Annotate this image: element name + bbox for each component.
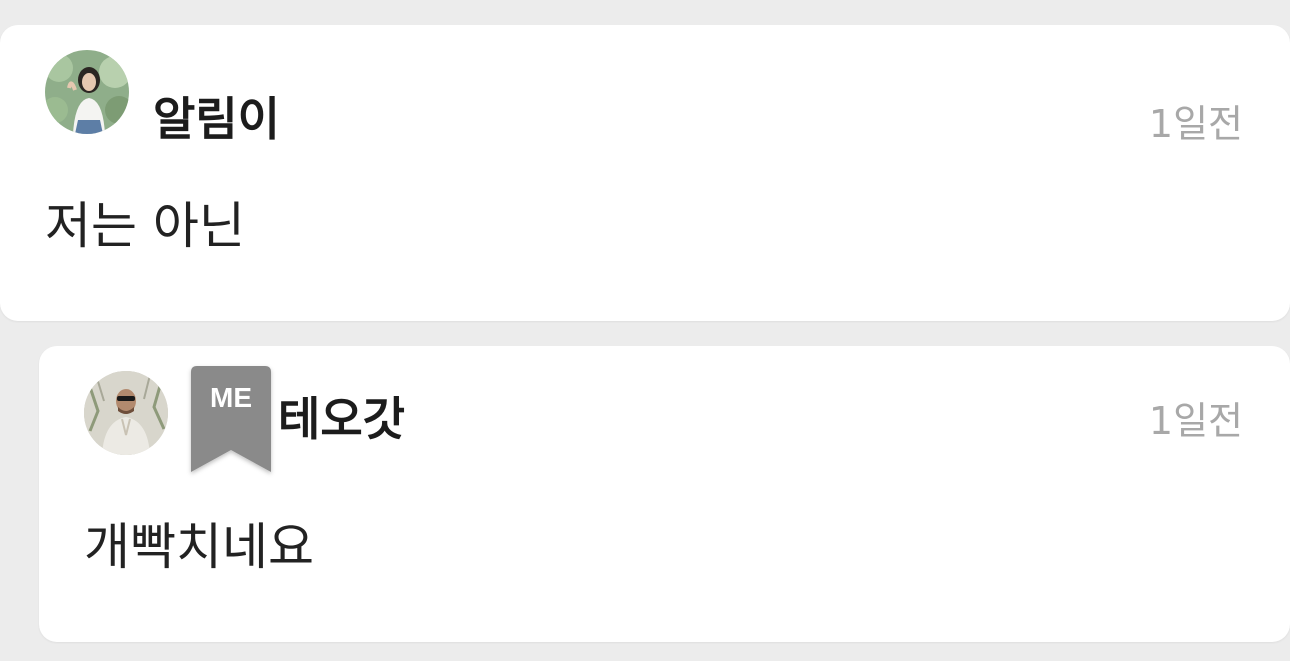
- reply-card: ME 테오갓 1일전 개빡치네요: [39, 346, 1290, 642]
- comment-username[interactable]: 알림이: [153, 96, 280, 142]
- user-avatar[interactable]: [45, 50, 129, 134]
- comment-thread: 알림이 1일전 저는 아닌 ME 테오갓 1일전 개빡치네요: [0, 0, 1290, 661]
- reply-user-avatar[interactable]: [84, 371, 168, 455]
- reply-text: 개빡치네요: [84, 518, 314, 576]
- reply-username[interactable]: 테오갓: [278, 396, 405, 442]
- comment-card: 알림이 1일전 저는 아닌: [0, 25, 1290, 321]
- comment-text: 저는 아닌: [45, 197, 245, 255]
- me-badge-label: ME: [210, 382, 252, 413]
- reply-timestamp: 1일전: [1148, 399, 1243, 443]
- avatar-photo-icon: [84, 371, 168, 455]
- me-badge: ME: [191, 366, 271, 476]
- avatar-photo-icon: [45, 50, 129, 134]
- comment-timestamp: 1일전: [1148, 102, 1243, 146]
